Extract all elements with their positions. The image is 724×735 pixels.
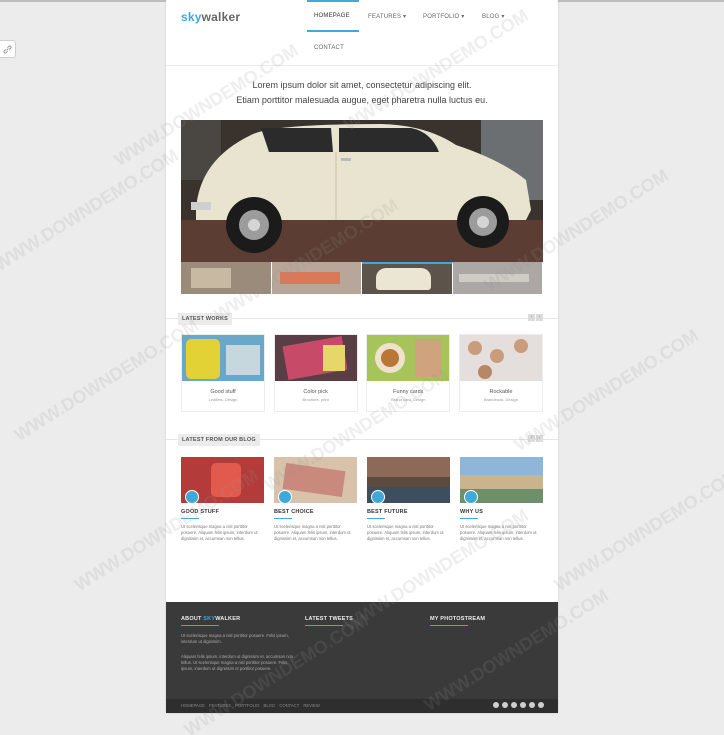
blog-title-underline <box>181 518 199 519</box>
slider-thumb[interactable] <box>181 262 272 294</box>
work-card[interactable]: Rockable Brandbook, Design <box>458 334 543 412</box>
site-footer: ABOUT SKYWALKER LATEST TWEETS MY PHOTOST… <box>166 602 558 713</box>
footer-bottom-bar: HOMEPAGE FEATURES PORTFOLIO BLOG CONTACT… <box>166 699 558 713</box>
section-label: LATEST FROM OUR BLOG <box>178 434 260 446</box>
logo-part-sky: sky <box>181 10 202 24</box>
image-icon <box>464 490 478 503</box>
page-container: skywalker HOMEPAGE FEATURES ▾ PORTFOLIO … <box>166 0 558 713</box>
work-title: Color pick <box>303 389 328 395</box>
blog-post[interactable]: WHY US Ut scelerisque magna a nisl portt… <box>460 457 543 542</box>
works-next-button[interactable]: › <box>536 314 543 321</box>
camera-icon <box>371 490 385 503</box>
logo-part-walker: walker <box>201 10 241 24</box>
work-thumbnail <box>274 335 357 381</box>
dribbble-icon[interactable] <box>511 702 517 708</box>
blog-thumbnail <box>274 457 357 503</box>
footer-about-suffix: WALKER <box>215 616 241 622</box>
work-title: Funny cards <box>393 389 424 395</box>
blog-prev-button[interactable]: ‹ <box>528 435 535 442</box>
share-link-tab[interactable] <box>0 40 16 58</box>
blog-thumbnail <box>367 457 450 503</box>
camera-icon <box>185 490 199 503</box>
work-card[interactable]: Color pick Brochure, print <box>273 334 358 412</box>
footer-about-accent: SKY <box>203 616 216 622</box>
footer-title-underline <box>181 625 219 626</box>
blog-excerpt: Ut scelerisque magna a nisl porttitor po… <box>274 524 351 541</box>
site-header: skywalker HOMEPAGE FEATURES ▾ PORTFOLIO … <box>166 0 558 66</box>
latest-blog-heading: LATEST FROM OUR BLOG ‹ › <box>166 434 558 446</box>
blog-next-button[interactable]: › <box>536 435 543 442</box>
work-subtitle: Brand card, Design <box>391 397 426 402</box>
work-subtitle: Brandbook, Design <box>483 397 518 402</box>
work-thumbnail <box>367 335 450 381</box>
intro-line-1: Lorem ipsum dolor sit amet, consectetur … <box>252 80 472 90</box>
footer-title-underline <box>430 625 468 626</box>
nav-contact[interactable]: CONTACT <box>314 45 344 51</box>
blog-post[interactable]: BEST CHOICE Ut scelerisque magna a nisl … <box>274 457 357 542</box>
blog-title-underline <box>367 518 385 519</box>
work-title: Good stuff <box>210 389 236 395</box>
blog-title[interactable]: BEST FUTURE <box>367 509 450 515</box>
blog-title-underline <box>274 518 292 519</box>
blog-title[interactable]: GOOD STUFF <box>181 509 264 515</box>
blog-thumbnail <box>460 457 543 503</box>
slider-thumbnails <box>181 262 543 294</box>
link-icon <box>3 45 12 53</box>
pinterest-icon[interactable] <box>520 702 526 708</box>
watermark-text: WWW.DOWNDEMO.COM <box>550 465 724 595</box>
footer-about-title: ABOUT SKYWALKER <box>181 616 240 622</box>
watermark-text: WWW.DOWNDEMO.COM <box>0 145 182 275</box>
vintage-car-photo <box>181 120 543 262</box>
slider-thumb[interactable] <box>271 262 362 294</box>
facebook-icon[interactable] <box>493 702 499 708</box>
latest-works-heading: LATEST WORKS ‹ › <box>166 313 558 325</box>
footer-about-text: Aliquam felis ipsum, interdum ut digniss… <box>181 654 294 671</box>
latest-works-grid: Good stuff Leaflets, Design Color pick B… <box>181 334 543 412</box>
slider-thumb[interactable] <box>452 262 543 294</box>
site-logo[interactable]: skywalker <box>181 10 240 24</box>
nav-active-indicator <box>307 30 359 32</box>
nav-homepage[interactable]: HOMEPAGE <box>314 13 350 19</box>
footer-tweets-title: LATEST TWEETS <box>305 616 354 622</box>
blog-thumbnail <box>181 457 264 503</box>
blog-excerpt: Ut scelerisque magna a nisl porttitor po… <box>367 524 444 541</box>
hero-slider-image[interactable] <box>181 120 543 262</box>
work-thumbnail <box>182 335 264 381</box>
blog-post[interactable]: BEST FUTURE Ut scelerisque magna a nisl … <box>367 457 450 542</box>
nav-features[interactable]: FEATURES ▾ <box>368 13 406 20</box>
footer-about-text: Ut scelerisque magna a nisl porttitor po… <box>181 633 289 644</box>
blog-excerpt: Ut scelerisque magna a nisl porttitor po… <box>181 524 258 541</box>
work-subtitle: Leaflets, Design <box>208 397 238 402</box>
work-card[interactable]: Good stuff Leaflets, Design <box>181 334 265 412</box>
footer-about-prefix: ABOUT <box>181 616 204 622</box>
section-label: LATEST WORKS <box>178 313 232 325</box>
image-icon <box>278 490 292 503</box>
rss-icon[interactable] <box>538 702 544 708</box>
nav-blog[interactable]: BLOG ▾ <box>482 13 505 20</box>
latest-blog-grid: GOOD STUFF Ut scelerisque magna a nisl p… <box>181 457 543 542</box>
flickr-icon[interactable] <box>529 702 535 708</box>
works-prev-button[interactable]: ‹ <box>528 314 535 321</box>
nav-portfolio[interactable]: PORTFOLIO ▾ <box>423 13 464 20</box>
slider-thumb-active[interactable] <box>362 262 453 294</box>
footer-links[interactable]: HOMEPAGE FEATURES PORTFOLIO BLOG CONTACT… <box>181 703 320 708</box>
blog-title-underline <box>460 518 478 519</box>
intro-text: Lorem ipsum dolor sit amet, consectetur … <box>166 78 558 108</box>
intro-line-2: Etiam porttitor malesuada augue, eget ph… <box>236 95 488 105</box>
work-thumbnail <box>459 335 542 381</box>
blog-post[interactable]: GOOD STUFF Ut scelerisque magna a nisl p… <box>181 457 264 542</box>
blog-title[interactable]: BEST CHOICE <box>274 509 357 515</box>
nav-active-topbar <box>307 0 359 2</box>
footer-photostream-title: MY PHOTOSTREAM <box>430 616 486 622</box>
blog-excerpt: Ut scelerisque magna a nisl porttitor po… <box>460 524 537 541</box>
twitter-icon[interactable] <box>502 702 508 708</box>
work-card[interactable]: Funny cards Brand card, Design <box>366 334 451 412</box>
social-icons <box>493 702 544 708</box>
blog-title[interactable]: WHY US <box>460 509 543 515</box>
footer-title-underline <box>305 625 343 626</box>
work-subtitle: Brochure, print <box>302 397 329 402</box>
work-title: Rockable <box>489 389 513 395</box>
